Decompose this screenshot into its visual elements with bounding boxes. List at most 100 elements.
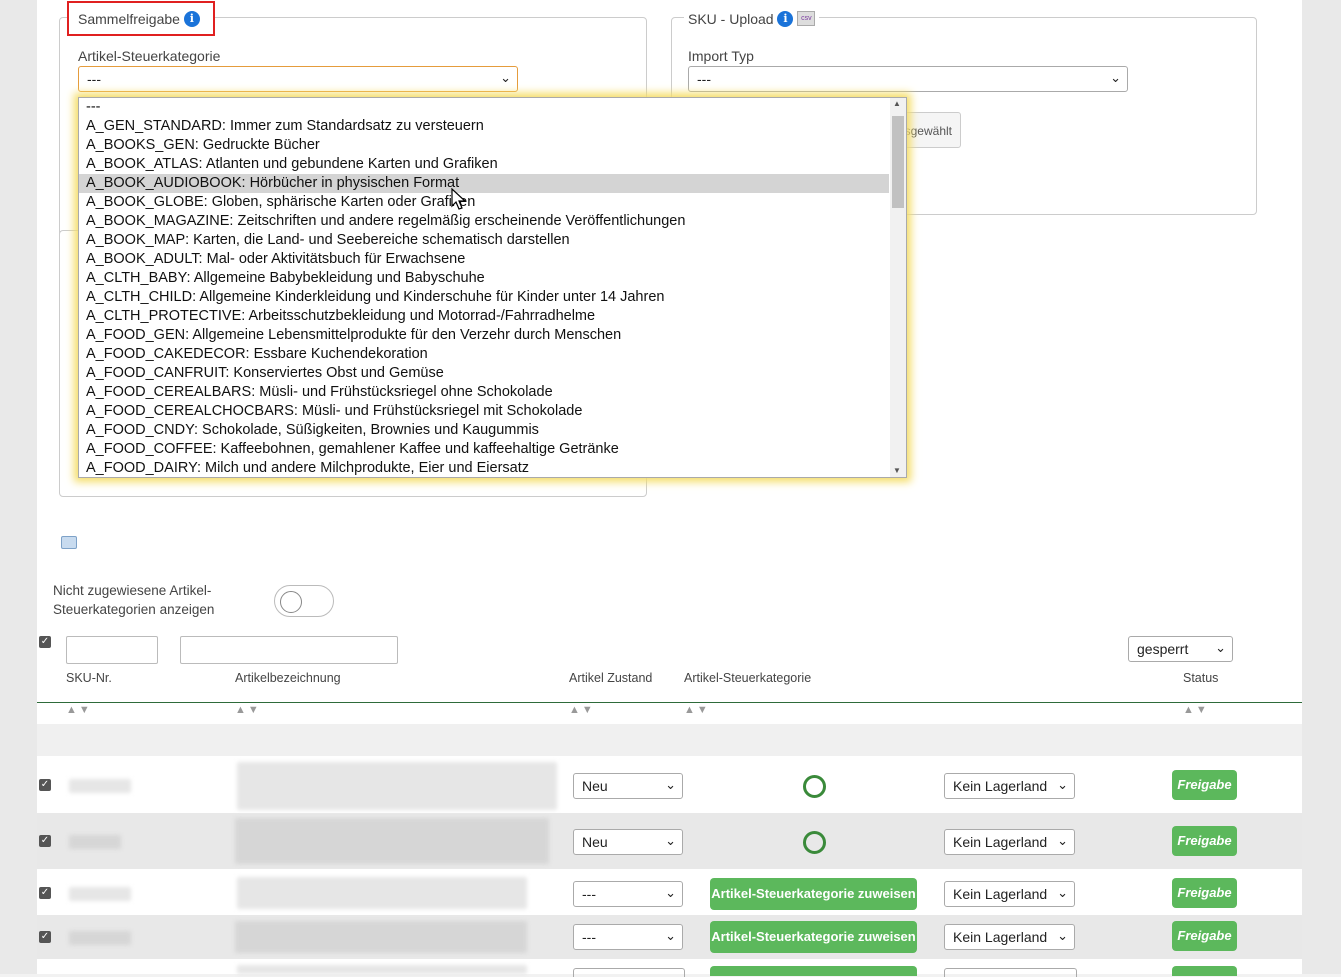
- lagerland-select-value: Kein Lagerland: [953, 834, 1048, 850]
- unassigned-toggle[interactable]: [274, 585, 334, 617]
- dropdown-scrollbar[interactable]: ▲ ▼: [890, 98, 906, 477]
- lagerland-select[interactable]: Kein Lagerland ⌄: [944, 881, 1075, 907]
- bezeichnung-value-redacted: [237, 762, 557, 810]
- dropdown-option[interactable]: A_FOOD_DAIRY: Milch und andere Milchprod…: [79, 459, 889, 477]
- table-row: ✓ --- ⌄ Artikel-Steuerkategorie zuweisen…: [37, 869, 1302, 915]
- mouse-cursor-icon: [451, 188, 467, 210]
- info-icon[interactable]: i: [183, 11, 200, 27]
- csv-file-icon[interactable]: csv: [797, 11, 816, 26]
- assign-steuerkategorie-button[interactable]: Artikel-Steuerkategorie zuweisen: [710, 878, 917, 910]
- sku-value-redacted: [69, 887, 131, 901]
- bezeichnung-filter-input[interactable]: [180, 636, 398, 664]
- bezeichnung-value-redacted: [235, 921, 527, 953]
- dropdown-option[interactable]: A_BOOK_ATLAS: Atlanten und gebundene Kar…: [79, 155, 889, 174]
- lagerland-select[interactable]: Kein Lagerland ⌄: [944, 924, 1075, 950]
- chevron-down-icon: ⌄: [665, 885, 676, 900]
- chevron-down-icon: ⌄: [1057, 885, 1068, 900]
- steuerkategorie-select[interactable]: --- ⌄: [78, 66, 518, 92]
- scroll-down-icon[interactable]: ▼: [893, 466, 901, 475]
- dropdown-option[interactable]: A_CLTH_BABY: Allgemeine Babybekleidung u…: [79, 269, 889, 288]
- sku-value-redacted: [69, 931, 131, 945]
- dropdown-option[interactable]: A_GEN_STANDARD: Immer zum Standardsatz z…: [79, 117, 889, 136]
- dropdown-option[interactable]: A_FOOD_CAKEDECOR: Essbare Kuchendekorati…: [79, 345, 889, 364]
- dropdown-option[interactable]: A_FOOD_CANFRUIT: Konserviertes Obst und …: [79, 364, 889, 383]
- steuerkategorie-label: Artikel-Steuerkategorie: [78, 48, 221, 64]
- status-filter-select[interactable]: gesperrt ⌄: [1128, 636, 1233, 662]
- col-header-steuerkategorie: Artikel-Steuerkategorie: [684, 671, 812, 685]
- dropdown-option[interactable]: A_BOOKS_GEN: Gedruckte Bücher: [79, 136, 889, 155]
- chevron-down-icon: ⌄: [1057, 833, 1068, 848]
- dropdown-option[interactable]: A_BOOK_ADULT: Mal- oder Aktivitätsbuch f…: [79, 250, 889, 269]
- import-typ-label: Import Typ: [688, 48, 754, 64]
- import-typ-select[interactable]: --- ⌄: [688, 66, 1128, 92]
- sort-steuerkategorie-icon[interactable]: ▲▼: [684, 704, 710, 716]
- col-header-bezeichnung: Artikelbezeichnung: [235, 671, 341, 685]
- sort-bezeichnung-icon[interactable]: ▲▼: [235, 704, 261, 716]
- dropdown-option[interactable]: A_FOOD_CNDY: Schokolade, Süßigkeiten, Br…: [79, 421, 889, 440]
- dropdown-option[interactable]: A_CLTH_CHILD: Allgemeine Kinderkleidung …: [79, 288, 889, 307]
- select-all-checkbox[interactable]: ✓: [39, 636, 51, 648]
- table-row: ✓ Neu ⌄ Kein Lagerland ⌄ Freigabe: [37, 813, 1302, 869]
- dropdown-option[interactable]: A_BOOK_MAP: Karten, die Land- und Seeber…: [79, 231, 889, 250]
- status-circle-icon: [803, 831, 826, 854]
- status-circle-icon: [803, 775, 826, 798]
- dropdown-option[interactable]: A_FOOD_COFFEE: Kaffeebohnen, gemahlener …: [79, 440, 889, 459]
- sort-zustand-icon[interactable]: ▲▼: [569, 704, 595, 716]
- col-header-zustand: Artikel Zustand: [569, 671, 653, 685]
- zustand-select[interactable]: [573, 968, 685, 977]
- scroll-up-icon[interactable]: ▲: [893, 99, 901, 108]
- left-gutter: [0, 0, 37, 974]
- row-checkbox[interactable]: ✓: [39, 835, 51, 847]
- freigabe-button[interactable]: Freigabe: [1172, 921, 1237, 951]
- dropdown-option[interactable]: A_FOOD_CEREALCHOCBARS: Müsli- und Frühst…: [79, 402, 889, 421]
- dropdown-option[interactable]: A_FOOD_CEREALBARS: Müsli- und Frühstücks…: [79, 383, 889, 402]
- sort-status-icon[interactable]: ▲▼: [1183, 704, 1209, 716]
- row-checkbox[interactable]: ✓: [39, 931, 51, 943]
- lagerland-select-value: Kein Lagerland: [953, 778, 1048, 794]
- toggle-label-line2: Steuerkategorien anzeigen: [53, 602, 215, 617]
- col-header-sku: SKU-Nr.: [66, 671, 112, 685]
- info-icon[interactable]: i: [777, 11, 794, 27]
- chevron-down-icon: ⌄: [1215, 640, 1226, 655]
- chevron-down-icon: ⌄: [665, 777, 676, 792]
- chevron-down-icon: ⌄: [665, 928, 676, 943]
- dropdown-option[interactable]: A_BOOK_GLOBE: Globen, sphärische Karten …: [79, 193, 889, 212]
- sku-filter-input[interactable]: [66, 636, 158, 664]
- freigabe-button[interactable]: Freigabe: [1172, 770, 1237, 800]
- comment-icon[interactable]: [61, 536, 77, 549]
- table-row: [37, 959, 1302, 977]
- freigabe-button[interactable]: Freigabe: [1172, 878, 1237, 908]
- sku-upload-legend: SKU - Upload i csv: [684, 11, 820, 27]
- zustand-select[interactable]: --- ⌄: [573, 881, 683, 907]
- assign-steuerkategorie-button[interactable]: Artikel-Steuerkategorie zuweisen: [710, 921, 917, 953]
- sku-value-redacted: [69, 779, 131, 793]
- dropdown-option[interactable]: A_FOOD_GEN: Allgemeine Lebensmittelprodu…: [79, 326, 889, 345]
- assign-steuerkategorie-button[interactable]: [710, 966, 917, 976]
- steuerkategorie-dropdown-list[interactable]: --- A_GEN_STANDARD: Immer zum Standardsat…: [78, 97, 907, 478]
- freigabe-button[interactable]: Freigabe: [1172, 826, 1237, 856]
- row-checkbox[interactable]: ✓: [39, 779, 51, 791]
- zustand-select[interactable]: --- ⌄: [573, 924, 683, 950]
- sort-sku-icon[interactable]: ▲▼: [66, 704, 92, 716]
- freigabe-button[interactable]: [1172, 966, 1237, 976]
- zustand-select[interactable]: Neu ⌄: [573, 829, 683, 855]
- sku-value-redacted: [69, 835, 121, 849]
- lagerland-select[interactable]: Kein Lagerland ⌄: [944, 829, 1075, 855]
- table-spacer: [37, 724, 1302, 756]
- bezeichnung-value-redacted: [237, 965, 527, 974]
- dropdown-option[interactable]: A_CLTH_PROTECTIVE: Arbeitsschutzbekleidu…: [79, 307, 889, 326]
- zustand-select[interactable]: Neu ⌄: [573, 773, 683, 799]
- row-checkbox[interactable]: ✓: [39, 887, 51, 899]
- dropdown-option[interactable]: ---: [79, 98, 889, 117]
- sku-upload-title: SKU - Upload: [688, 11, 774, 27]
- scrollbar-thumb[interactable]: [892, 116, 904, 208]
- lagerland-select[interactable]: Kein Lagerland ⌄: [944, 773, 1075, 799]
- lagerland-select[interactable]: [944, 968, 1077, 977]
- dropdown-option[interactable]: A_BOOK_AUDIOBOOK: Hörbücher in physische…: [79, 174, 889, 193]
- chevron-down-icon: ⌄: [1057, 777, 1068, 792]
- toggle-label: Nicht zugewiesene Artikel- Steuerkategor…: [53, 581, 214, 619]
- zustand-select-value: Neu: [582, 834, 608, 850]
- dropdown-option[interactable]: A_BOOK_MAGAZINE: Zeitschriften und ander…: [79, 212, 889, 231]
- zustand-select-value: Neu: [582, 778, 608, 794]
- bezeichnung-value-redacted: [237, 877, 527, 909]
